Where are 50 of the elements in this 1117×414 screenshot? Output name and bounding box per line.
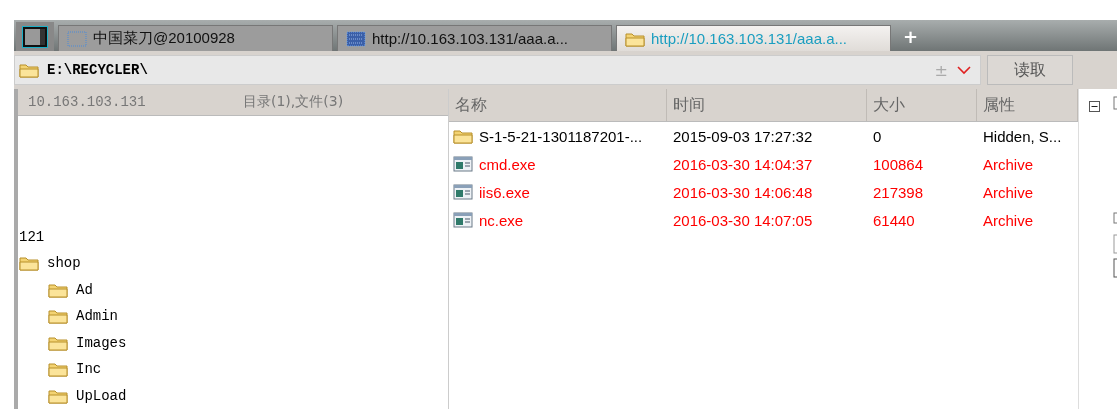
tree-item[interactable]: Admin [76,308,118,325]
program-icon [453,184,473,200]
column-header[interactable]: 属性 [977,89,1078,121]
chevron-down-icon[interactable] [956,65,972,75]
folder-icon [453,128,473,144]
folder-icon [48,308,68,325]
tree-item[interactable]: shop [47,255,81,272]
read-button[interactable]: 读取 [987,55,1073,85]
folder-icon [48,281,68,298]
tree-item[interactable]: Images [76,334,127,351]
folder-icon [19,255,39,272]
table-cell: iis6.exe [479,183,530,201]
tree-item[interactable]: UpLoad [76,387,127,404]
program-icon [453,212,473,228]
table-cell-text: 2016-03-30 14:04:37 [672,155,814,173]
table-cell: S-1-5-21-1301187201-... [479,127,643,145]
table-cell-text: Archive [982,155,1035,173]
tree-item[interactable]: Inc [76,361,102,378]
tab[interactable]: 中国菜刀@20100928 [58,25,333,51]
page-icon [67,30,87,47]
column-header[interactable]: 名称 [449,89,667,121]
table-cell: nc.exe [479,211,524,229]
summary-label: 目录(1),文件(3) [243,92,344,111]
folder-icon [48,361,68,378]
table-cell-text: 2015-09-03 17:27:32 [672,127,814,145]
table-cell-text: 217398 [872,183,925,201]
host-label: 10.163.103.131 [27,93,147,110]
table-cell-text: 61440 [872,211,916,229]
table-cell-text: 0 [872,127,883,145]
table-cell-text: 2016-03-30 14:07:05 [672,211,814,229]
column-header[interactable]: 时间 [667,89,867,121]
table-cell-text: Hidden, S... [982,127,1063,145]
collapse-icon[interactable] [1089,101,1100,112]
grid-icon [346,30,366,47]
folder-icon [625,30,645,47]
table-cell-text: Archive [982,211,1035,229]
panel-toggle-button[interactable] [16,22,54,51]
folder-icon [48,334,68,351]
column-header[interactable]: 大小 [867,89,977,121]
program-icon [453,156,473,172]
table-cell-text: 100864 [872,155,925,173]
path-field[interactable]: E:\RECYCLER\ ± [14,55,981,85]
folder-icon [48,387,68,404]
table-cell: cmd.exe [479,155,536,173]
tree-item[interactable]: Ad [76,281,93,298]
tree-item[interactable]: 121 [19,228,45,245]
table-cell-text: Archive [982,183,1035,201]
tab[interactable]: http://10.163.103.131/aaa.a... [337,25,612,51]
folder-icon [19,62,39,78]
table-cell-text: 2016-03-30 14:06:48 [672,183,814,201]
